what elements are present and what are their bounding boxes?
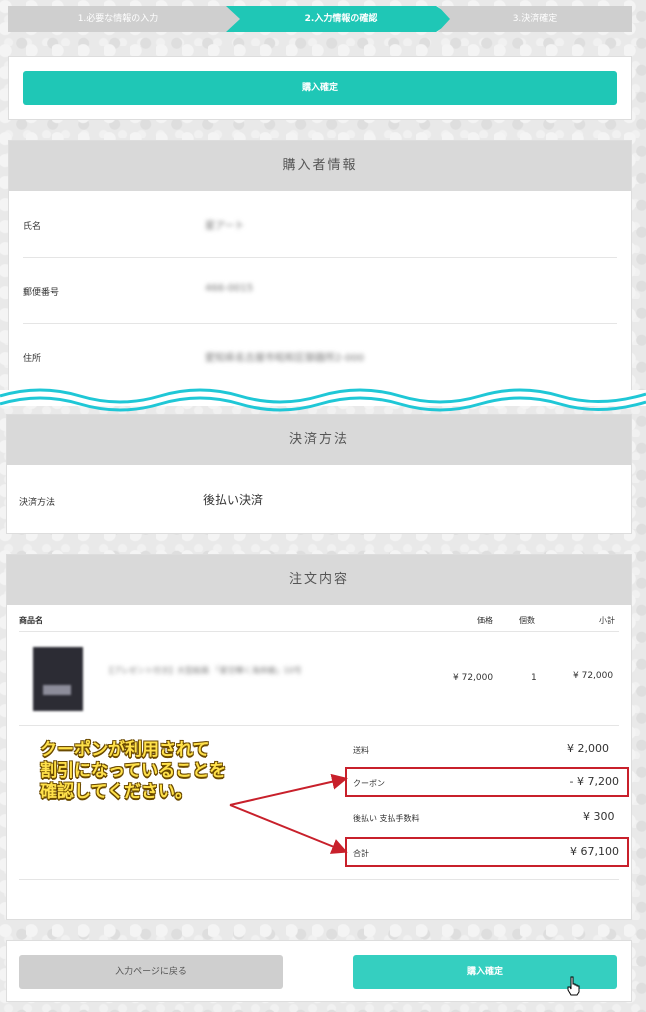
order-details-card: 注文内容 商品名 価格 個数 小計 【プレゼント付き】大型絵画 「星空輝く海岸線…: [6, 554, 632, 920]
buyer-info-card: 購入者情報 氏名 星アート 郵便番号 466-0015 住所 愛知県名古屋市昭和…: [8, 140, 632, 401]
shipping-value: ¥ 2,000: [567, 742, 609, 755]
annotation-arrows: [229, 773, 348, 854]
coupon-note-line-2: 割引になっていることを: [40, 761, 227, 781]
back-to-input-button[interactable]: 入力ページに戻る: [19, 955, 283, 989]
total-highlight-box: 合計 ¥ 67,100: [345, 837, 629, 867]
payment-method-value: 後払い決済: [203, 493, 264, 507]
product-name-header: 商品名: [19, 616, 43, 625]
step-1-label: 1.必要な情報の入力: [77, 14, 159, 24]
shipping-label: 送料: [353, 746, 369, 755]
wave-separator: [0, 388, 646, 412]
coupon-note: クーポンが利用されて 割引になっていることを 確認してください。: [40, 740, 226, 803]
address-label: 住所: [23, 354, 42, 364]
product-price: ¥ 72,000: [453, 673, 494, 683]
subtotal-header: 小計: [599, 616, 615, 625]
progress-steps: 1.必要な情報の入力 2.入力情報の確認 3.決済確定: [8, 6, 632, 32]
coupon-note-line-1: クーポンが利用されて: [40, 740, 210, 760]
payment-method-card: 決済方法 決済方法 後払い決済: [6, 414, 632, 534]
address-value: 愛知県名古屋市昭和区御器所2-000: [205, 353, 365, 364]
postal-code-label: 郵便番号: [23, 288, 60, 298]
coupon-note-line-3: 確認してください。: [40, 782, 192, 802]
name-value: 星アート: [205, 221, 245, 232]
divider: [23, 257, 617, 258]
step-3: 3.決済確定: [438, 6, 632, 32]
hand-cursor-icon: [567, 976, 580, 996]
top-purchase-confirm-button[interactable]: 購入確定: [23, 71, 617, 105]
divider: [19, 631, 619, 632]
top-confirm-card: 購入確定: [8, 56, 632, 120]
product-quantity: 1: [531, 673, 537, 683]
deferred-fee-label: 後払い 支払手数料: [353, 814, 420, 823]
step-1: 1.必要な情報の入力: [8, 6, 248, 32]
step-2-current: 2.入力情報の確認: [226, 6, 456, 32]
divider: [23, 323, 617, 324]
product-thumbnail[interactable]: [33, 647, 83, 711]
bottom-actions-card: 入力ページに戻る 購入確定: [6, 940, 632, 1002]
total-value: ¥ 67,100: [570, 845, 619, 858]
coupon-highlight-box: クーポン - ¥ 7,200: [345, 767, 629, 797]
price-header: 価格: [477, 616, 493, 625]
product-name[interactable]: 【プレゼント付き】大型絵画 「星空輝く海岸線」10号: [105, 665, 302, 676]
payment-method-label: 決済方法: [19, 498, 56, 508]
quantity-header: 個数: [519, 616, 535, 625]
coupon-value: - ¥ 7,200: [569, 775, 619, 788]
divider: [19, 879, 619, 880]
postal-code-value: 466-0015: [205, 283, 254, 294]
order-details-title: 注文内容: [7, 555, 631, 605]
buyer-info-title: 購入者情報: [9, 141, 631, 191]
deferred-fee-value: ¥ 300: [583, 810, 615, 823]
divider: [19, 725, 619, 726]
payment-method-title: 決済方法: [7, 415, 631, 465]
product-subtotal: ¥ 72,000: [573, 671, 614, 681]
name-label: 氏名: [23, 222, 42, 232]
